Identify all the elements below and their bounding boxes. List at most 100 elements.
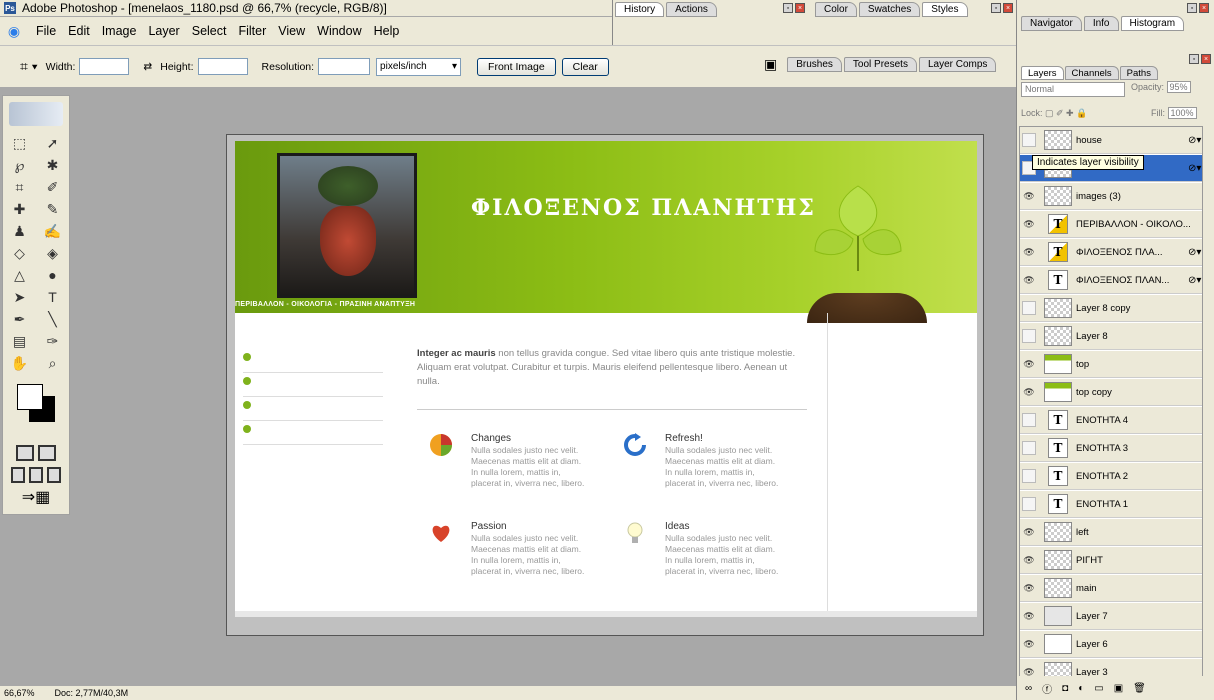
- width-input[interactable]: [79, 58, 130, 75]
- height-input[interactable]: [197, 58, 248, 75]
- photoshop-eye-icon[interactable]: ◉: [2, 21, 26, 41]
- layer-style-icon[interactable]: ⓕ: [1042, 681, 1052, 696]
- line-tool-icon[interactable]: ╲: [40, 311, 66, 328]
- layer-effects-icon[interactable]: ⊘▾: [1188, 135, 1202, 146]
- dodge-tool-icon[interactable]: ●: [40, 267, 66, 283]
- layer-name[interactable]: left: [1076, 527, 1202, 538]
- eyedropper-tool-icon[interactable]: ✑: [40, 333, 66, 350]
- marquee-tool-icon[interactable]: ⬚: [7, 135, 33, 152]
- layer-visibility-icon[interactable]: 👁: [1020, 387, 1038, 398]
- color-swatches[interactable]: [7, 380, 65, 436]
- layer-name[interactable]: Layer 8: [1076, 331, 1202, 342]
- layer-name[interactable]: ΦΙΛΟΞΕΝΟΣ ΠΛΑΝ...: [1076, 275, 1188, 286]
- layer-visibility-icon[interactable]: 👁: [1020, 527, 1038, 538]
- minimize-icon[interactable]: ▫: [783, 3, 793, 13]
- tab-history[interactable]: History: [615, 2, 665, 17]
- new-layer-icon[interactable]: ▣: [1114, 683, 1123, 694]
- layer-name[interactable]: top: [1076, 359, 1202, 370]
- tab-tool-presets[interactable]: Tool Presets: [843, 57, 917, 72]
- path-select-tool-icon[interactable]: ➤: [7, 289, 33, 306]
- menu-edit[interactable]: Edit: [62, 24, 96, 38]
- opacity-control[interactable]: Opacity: 95%: [1131, 81, 1191, 93]
- layer-row[interactable]: 👁 T ΠΕΡΙΒΑΛΛΟΝ - ΟΙΚΟΛΟ...: [1020, 211, 1202, 238]
- layer-visibility-icon[interactable]: [1022, 441, 1036, 455]
- close-icon[interactable]: ×: [1003, 3, 1013, 13]
- layer-visibility-icon[interactable]: [1022, 469, 1036, 483]
- layer-visibility-icon[interactable]: [1022, 301, 1036, 315]
- pen-tool-icon[interactable]: ✒: [7, 311, 33, 328]
- layer-name[interactable]: Layer 7: [1076, 611, 1202, 622]
- layer-name[interactable]: ΕΝΟΤΗΤΑ 4: [1076, 415, 1202, 426]
- menu-file[interactable]: File: [30, 24, 62, 38]
- side-menu-item[interactable]: [243, 373, 383, 397]
- tab-swatches[interactable]: Swatches: [858, 2, 921, 17]
- menu-view[interactable]: View: [272, 24, 311, 38]
- menu-image[interactable]: Image: [96, 24, 143, 38]
- screen-mode-3-icon[interactable]: [47, 467, 61, 483]
- layer-row[interactable]: T ΕΝΟΤΗΤΑ 4: [1020, 407, 1202, 434]
- layer-row[interactable]: Layer 8 copy: [1020, 295, 1202, 322]
- delete-layer-icon[interactable]: 🗑: [1133, 683, 1146, 694]
- layer-row[interactable]: Layer 8: [1020, 323, 1202, 350]
- zoom-level[interactable]: 66,67%: [4, 688, 35, 698]
- layer-name[interactable]: ΕΝΟΤΗΤΑ 2: [1076, 471, 1202, 482]
- minimize-icon[interactable]: ▫: [1187, 3, 1197, 13]
- menu-layer[interactable]: Layer: [142, 24, 185, 38]
- layer-visibility-icon[interactable]: 👁: [1020, 359, 1038, 370]
- quick-mask-icon[interactable]: [38, 445, 56, 461]
- layer-row[interactable]: house ⊘▾: [1020, 127, 1202, 154]
- layer-name[interactable]: ΕΝΟΤΗΤΑ 1: [1076, 499, 1202, 510]
- tab-layer-comps[interactable]: Layer Comps: [918, 57, 997, 72]
- eraser-tool-icon[interactable]: ◇: [7, 245, 33, 262]
- foreground-color-swatch[interactable]: [17, 384, 43, 410]
- notes-tool-icon[interactable]: ▤: [7, 333, 33, 350]
- layer-visibility-icon[interactable]: 👁: [1020, 583, 1038, 594]
- layer-row[interactable]: T ΕΝΟΤΗΤΑ 3: [1020, 435, 1202, 462]
- layer-name[interactable]: top copy: [1076, 387, 1202, 398]
- layer-row[interactable]: 👁 images (3): [1020, 183, 1202, 210]
- menu-help[interactable]: Help: [368, 24, 406, 38]
- screen-mode-1-icon[interactable]: [11, 467, 25, 483]
- blend-mode-select[interactable]: Normal: [1021, 82, 1125, 97]
- layer-effects-icon[interactable]: ⊘▾: [1188, 163, 1202, 174]
- bucket-tool-icon[interactable]: ◈: [40, 245, 66, 262]
- link-layers-icon[interactable]: ∞: [1025, 683, 1032, 694]
- type-tool-icon[interactable]: T: [40, 289, 66, 305]
- layer-row[interactable]: 👁 ΡΙΓΗΤ: [1020, 547, 1202, 574]
- layer-visibility-icon[interactable]: [1022, 329, 1036, 343]
- side-menu-item[interactable]: [243, 421, 383, 445]
- standard-mode-icon[interactable]: [16, 445, 34, 461]
- layer-visibility-icon[interactable]: 👁: [1020, 275, 1038, 286]
- hand-tool-icon[interactable]: ✋: [7, 355, 33, 372]
- layer-name[interactable]: main: [1076, 583, 1202, 594]
- layer-row[interactable]: 👁 T ΦΙΛΟΞΕΝΟΣ ΠΛΑ... ⊘▾: [1020, 239, 1202, 266]
- layer-name[interactable]: Layer 6: [1076, 639, 1202, 650]
- layer-effects-icon[interactable]: ⊘▾: [1188, 247, 1202, 258]
- close-icon[interactable]: ×: [1201, 54, 1211, 64]
- swap-dimensions-icon[interactable]: ⇄: [143, 61, 152, 73]
- layer-row[interactable]: T ΕΝΟΤΗΤΑ 1: [1020, 491, 1202, 518]
- history-brush-icon[interactable]: ✍: [40, 223, 66, 240]
- tab-styles[interactable]: Styles: [922, 2, 968, 17]
- layer-visibility-icon[interactable]: [1022, 413, 1036, 427]
- opacity-value[interactable]: 95%: [1166, 81, 1191, 93]
- fill-value[interactable]: 100%: [1167, 107, 1197, 119]
- tab-brushes[interactable]: Brushes: [787, 57, 842, 72]
- layer-row[interactable]: 👁 top: [1020, 351, 1202, 378]
- layer-visibility-icon[interactable]: 👁: [1020, 191, 1038, 202]
- resolution-units-select[interactable]: pixels/inch: [376, 57, 462, 76]
- layer-row[interactable]: 👁 main: [1020, 575, 1202, 602]
- zoom-tool-icon[interactable]: ⌕: [40, 355, 66, 372]
- layer-row[interactable]: 👁 top copy: [1020, 379, 1202, 406]
- lasso-tool-icon[interactable]: ℘: [7, 157, 33, 174]
- tab-layers[interactable]: Layers: [1021, 66, 1064, 80]
- layer-name[interactable]: images (3): [1076, 191, 1202, 202]
- layer-visibility-icon[interactable]: 👁: [1020, 555, 1038, 566]
- layer-name[interactable]: ΡΙΓΗΤ: [1076, 555, 1202, 566]
- stamp-tool-icon[interactable]: ♟: [7, 223, 33, 240]
- side-menu-item[interactable]: [243, 349, 383, 373]
- layer-row[interactable]: 👁 left: [1020, 519, 1202, 546]
- layer-visibility-icon[interactable]: [1022, 497, 1036, 511]
- layer-name[interactable]: Layer 8 copy: [1076, 303, 1202, 314]
- layer-visibility-icon[interactable]: 👁: [1020, 219, 1038, 230]
